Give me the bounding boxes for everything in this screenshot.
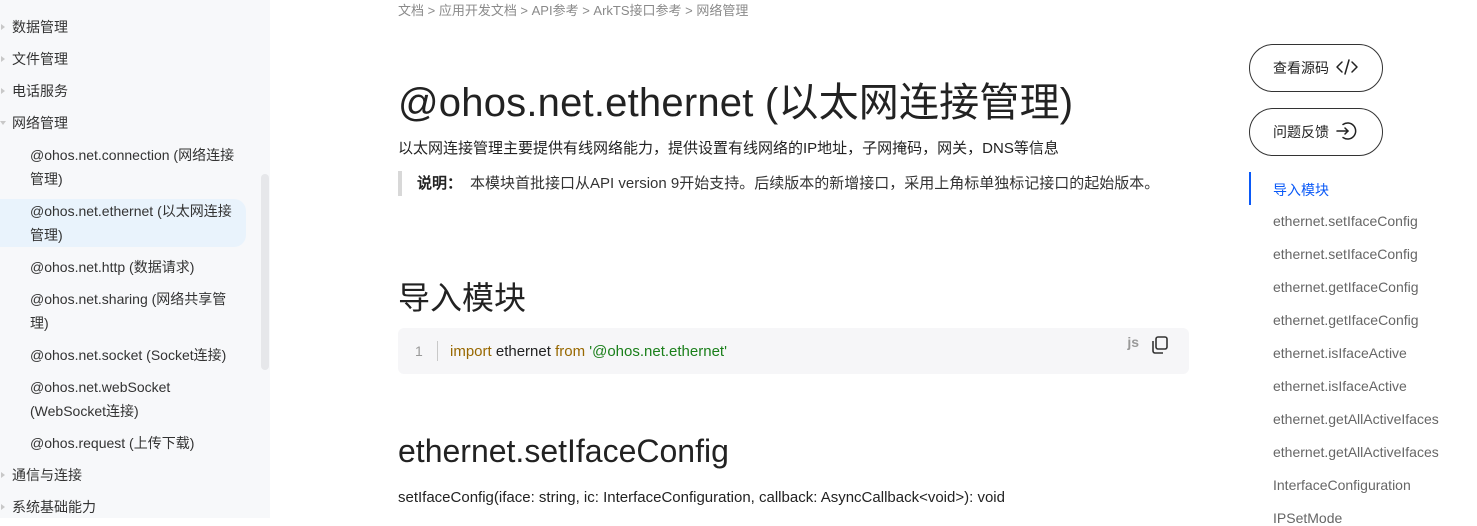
breadcrumb[interactable]: 文档 > 应用开发文档 > API参考 > ArkTS接口参考 > 网络管理 <box>398 0 748 19</box>
page-intro: 以太网连接管理主要提供有线网络能力，提供设置有线网络的IP地址，子网掩码，网关，… <box>398 140 1059 157</box>
toc-item[interactable]: ethernet.setIfaceConfig <box>1273 213 1418 229</box>
code-line: import ethernet from '@ohos.net.ethernet… <box>450 343 727 360</box>
sidebar-item-label: @ohos.net.sharing (网络共享管 <box>30 291 227 307</box>
code-keyword: from <box>555 343 586 360</box>
sidebar-item-file-management[interactable]: 文件管理 <box>0 47 68 71</box>
sidebar-item-label: @ohos.net.webSocket <box>30 379 171 395</box>
sidebar-item-label: 电话服务 <box>12 83 68 99</box>
code-string: '@ohos.net.ethernet' <box>585 343 727 360</box>
sidebar-item-label: 数据管理 <box>12 19 68 35</box>
feedback-icon <box>1335 120 1359 145</box>
toc-item[interactable]: ethernet.isIfaceActive <box>1273 378 1407 394</box>
sidebar-item-communication[interactable]: 通信与连接 <box>0 463 82 487</box>
sidebar-item-request[interactable]: @ohos.request (上传下载) <box>0 431 246 455</box>
sidebar-item-label: 网络管理 <box>12 115 68 131</box>
toc-item[interactable]: ethernet.getIfaceConfig <box>1273 279 1419 295</box>
toc-item[interactable]: ethernet.getAllActiveIfaces <box>1273 411 1439 427</box>
code-brackets-icon <box>1335 58 1359 79</box>
feedback-label: 问题反馈 <box>1273 124 1329 140</box>
sidebar-item-data-management[interactable]: 数据管理 <box>0 15 68 39</box>
sidebar-item-label: @ohos.net.ethernet (以太网连接 <box>30 203 232 219</box>
code-gutter-divider <box>437 341 438 361</box>
feedback-button[interactable]: 问题反馈 <box>1249 108 1383 156</box>
toc-active-indicator <box>1249 172 1251 205</box>
note-text: 本模块首批接口从API version 9开始支持。后续版本的新增接口，采用上角… <box>470 175 1160 192</box>
toc-item-import[interactable]: 导入模块 <box>1273 180 1329 200</box>
toc-item[interactable]: ethernet.getIfaceConfig <box>1273 312 1419 328</box>
sidebar-item-telephony[interactable]: 电话服务 <box>0 79 68 103</box>
sidebar-item-net-http[interactable]: @ohos.net.http (数据请求) <box>0 255 246 279</box>
sidebar-item-net-socket[interactable]: @ohos.net.socket (Socket连接) <box>0 343 246 367</box>
view-source-button[interactable]: 查看源码 <box>1249 44 1383 92</box>
sidebar-item-label: @ohos.net.http (数据请求) <box>30 259 195 275</box>
sidebar-item-label: 文件管理 <box>12 51 68 67</box>
sidebar-item-label: @ohos.request (上传下载) <box>30 435 195 451</box>
sidebar-item-system-basics[interactable]: 系统基础能力 <box>0 495 96 518</box>
section-heading-import: 导入模块 <box>398 280 527 316</box>
toc-item[interactable]: IPSetMode <box>1273 510 1342 526</box>
toc-item[interactable]: ethernet.setIfaceConfig <box>1273 246 1418 262</box>
note-label: 说明： <box>417 175 463 192</box>
copy-icon[interactable] <box>1149 334 1171 356</box>
toc-item[interactable]: InterfaceConfiguration <box>1273 477 1411 493</box>
sidebar-item-label: 系统基础能力 <box>12 499 96 515</box>
sidebar-item-label: 理) <box>30 315 49 331</box>
sidebar-item-label: @ohos.net.socket (Socket连接) <box>30 347 227 363</box>
sidebar-item-label: (WebSocket连接) <box>30 403 139 419</box>
code-language-label: js <box>1127 334 1139 350</box>
sidebar-item-label: 管理) <box>30 227 63 243</box>
note-block: 说明： 本模块首批接口从API version 9开始支持。后续版本的新增接口，采… <box>398 171 1188 196</box>
caret-right-icon <box>1 472 5 478</box>
code-block: 1 import ethernet from '@ohos.net.ethern… <box>398 328 1189 374</box>
caret-right-icon <box>1 56 5 62</box>
code-keyword: import <box>450 343 492 360</box>
method-signature: setIfaceConfig(iface: string, ic: Interf… <box>398 489 1005 506</box>
code-line-number: 1 <box>415 343 423 359</box>
caret-right-icon <box>1 88 5 94</box>
caret-down-icon <box>0 121 6 125</box>
section-heading-setifaceconfig: ethernet.setIfaceConfig <box>398 433 729 469</box>
sidebar-item-label: @ohos.net.connection (网络连接 <box>30 147 235 163</box>
sidebar-item-label: 通信与连接 <box>12 467 82 483</box>
code-identifier: ethernet <box>491 343 556 360</box>
sidebar-item-label: 管理) <box>30 171 63 187</box>
sidebar-item-net-ethernet[interactable]: @ohos.net.ethernet (以太网连接 管理) <box>0 199 246 247</box>
toc-item[interactable]: ethernet.getAllActiveIfaces <box>1273 444 1439 460</box>
caret-right-icon <box>1 24 5 30</box>
sidebar-nav: 数据管理 文件管理 电话服务 网络管理 @ohos.net.connection… <box>0 0 270 518</box>
page-title: @ohos.net.ethernet (以太网连接管理) <box>398 81 1074 125</box>
sidebar-item-network-management[interactable]: 网络管理 <box>0 111 68 135</box>
sidebar-item-net-connection[interactable]: @ohos.net.connection (网络连接 管理) <box>0 143 246 191</box>
sidebar-item-net-sharing[interactable]: @ohos.net.sharing (网络共享管 理) <box>0 287 246 335</box>
sidebar-item-net-websocket[interactable]: @ohos.net.webSocket (WebSocket连接) <box>0 375 246 423</box>
sidebar-scrollbar[interactable] <box>261 174 269 370</box>
caret-right-icon <box>1 504 5 510</box>
toc-item[interactable]: ethernet.isIfaceActive <box>1273 345 1407 361</box>
view-source-label: 查看源码 <box>1273 60 1329 76</box>
